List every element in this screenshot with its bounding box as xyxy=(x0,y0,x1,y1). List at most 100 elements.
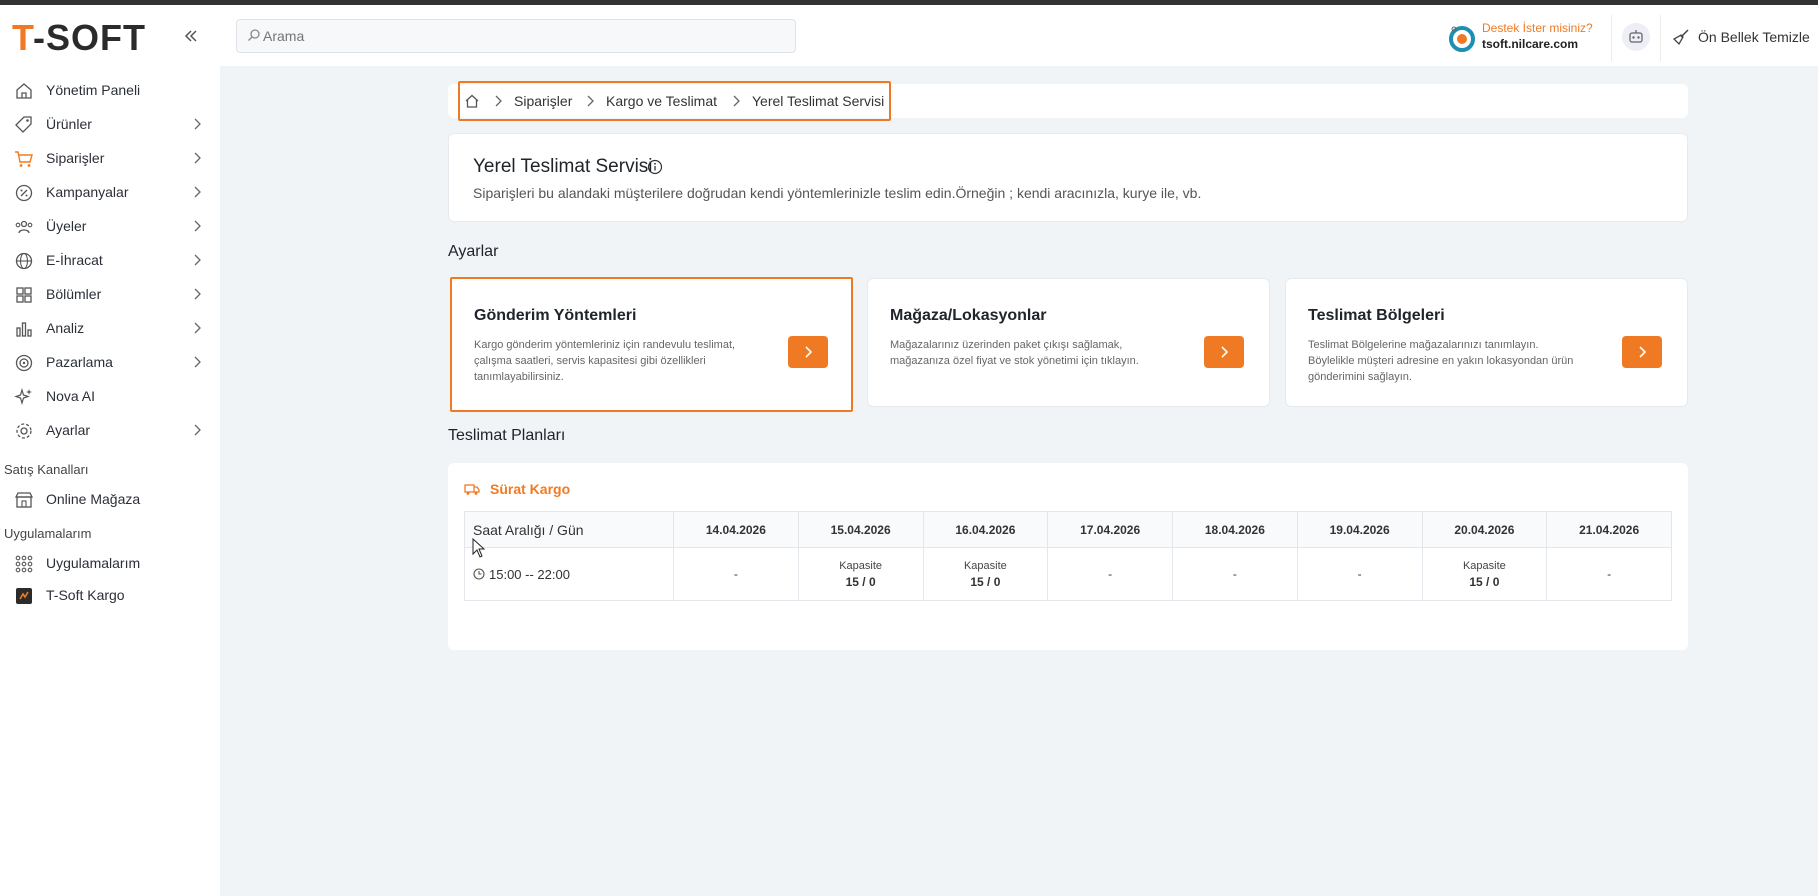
target-icon xyxy=(15,354,33,372)
chevron-right-icon xyxy=(194,186,201,198)
tag-icon xyxy=(15,116,32,133)
settings-heading: Ayarlar xyxy=(448,243,499,260)
page-title: Yerel Teslimat Servisi xyxy=(473,156,653,177)
sidebar-item-export[interactable]: E-İhracat xyxy=(0,245,220,275)
time-slot-cell: 15:00 -- 22:00 xyxy=(464,547,674,601)
card-description: Kargo gönderim yöntemleriniz için randev… xyxy=(474,339,736,383)
sidebar-item-settings[interactable]: Ayarlar xyxy=(0,415,220,445)
sidebar-item-tsoft-kargo[interactable]: T-Soft Kargo xyxy=(0,580,220,610)
chevron-right-icon xyxy=(733,95,740,107)
support-question: Destek İster misiniz? xyxy=(1482,21,1593,35)
chart-icon xyxy=(16,322,32,337)
mouse-cursor-icon xyxy=(472,538,486,558)
chevron-right-icon xyxy=(587,95,594,107)
header-divider xyxy=(1611,15,1612,61)
sidebar-item-sections[interactable]: Bölümler xyxy=(0,279,220,309)
capacity-cell[interactable]: - xyxy=(1296,547,1423,601)
sidebar: Yönetim Paneli Ürünler Siparişler Kampan… xyxy=(0,66,220,896)
table-header-date: 17.04.2026 xyxy=(1047,511,1173,548)
section-label-sales-channels: Satış Kanalları xyxy=(4,462,89,477)
chevron-right-icon xyxy=(194,254,201,266)
search-icon xyxy=(248,29,260,41)
card-title: Mağaza/Lokasyonlar xyxy=(890,307,1047,324)
chevron-right-icon xyxy=(194,288,201,300)
home-icon xyxy=(16,83,32,99)
support-link[interactable]: Destek İster misiniz? tsoft.nilcare.com xyxy=(1448,19,1608,55)
breadcrumb-local-delivery[interactable]: Yerel Teslimat Servisi xyxy=(752,93,884,109)
home-icon[interactable] xyxy=(464,93,480,109)
table-header-date: 15.04.2026 xyxy=(797,511,924,548)
header-divider xyxy=(1660,15,1661,61)
info-card: Yerel Teslimat Servisi Siparişleri bu al… xyxy=(448,133,1688,222)
chevron-right-icon xyxy=(194,356,201,368)
chevron-right-icon xyxy=(805,346,813,358)
delivery-plans-card: Sürat Kargo Saat Aralığı / Gün 14.04.202… xyxy=(448,463,1688,650)
card-description: Mağazalarınız üzerinden paket çıkışı sağ… xyxy=(890,339,1139,367)
search-input[interactable] xyxy=(263,20,783,52)
chevron-right-icon xyxy=(194,424,201,436)
table-header-date: 18.04.2026 xyxy=(1172,511,1298,548)
table-header-date: 21.04.2026 xyxy=(1546,511,1672,548)
table-header-date: 16.04.2026 xyxy=(922,511,1049,548)
table-row: 15:00 -- 22:00 - Kapasite 15 / 0 Kapasite… xyxy=(464,547,1672,601)
gear-icon xyxy=(16,423,32,439)
capacity-cell[interactable]: - xyxy=(1047,547,1173,601)
clock-icon xyxy=(473,567,485,580)
chevron-right-icon xyxy=(495,95,502,107)
sidebar-item-marketing[interactable]: Pazarlama xyxy=(0,347,220,377)
section-label-my-apps: Uygulamalarım xyxy=(4,526,92,541)
capacity-cell[interactable]: - xyxy=(1172,547,1298,601)
sidebar-item-orders[interactable]: Siparişler xyxy=(0,143,220,173)
capacity-cell[interactable]: - xyxy=(1546,547,1672,601)
card-description: Teslimat Bölgelerine mağazalarınızı tanı… xyxy=(1308,339,1574,383)
card-stores-locations[interactable]: Mağaza/Lokasyonlar Mağazalarınız üzerind… xyxy=(867,278,1270,407)
card-delivery-regions[interactable]: Teslimat Bölgeleri Teslimat Bölgelerine … xyxy=(1285,278,1688,407)
delivery-plans-heading: Teslimat Planları xyxy=(448,427,566,444)
capacity-cell[interactable]: - xyxy=(673,547,799,601)
sidebar-item-members[interactable]: Üyeler xyxy=(0,211,220,241)
info-icon[interactable] xyxy=(647,159,663,175)
grid-icon xyxy=(16,287,32,303)
table-header-date: 19.04.2026 xyxy=(1296,511,1423,548)
sidebar-item-online-store[interactable]: Online Mağaza xyxy=(0,484,220,514)
sidebar-item-nova-ai[interactable]: Nova AI xyxy=(0,381,220,411)
sidebar-item-my-apps[interactable]: Uygulamalarım xyxy=(0,548,220,578)
discount-icon xyxy=(15,184,33,202)
search-box xyxy=(236,19,796,53)
chevron-right-icon xyxy=(1221,346,1229,358)
chevron-right-icon xyxy=(194,118,201,130)
top-header: T-SOFT Destek İster misiniz? tsoft.nilca… xyxy=(0,5,1818,66)
tsoft-kargo-icon xyxy=(16,588,32,604)
card-go-button[interactable] xyxy=(1204,336,1244,368)
page-description: Siparişleri bu alandaki müşterilere doğr… xyxy=(473,185,1202,201)
chevron-right-icon xyxy=(194,220,201,232)
delivery-plan-table: Saat Aralığı / Gün 14.04.2026 15.04.2026… xyxy=(464,511,1672,601)
card-go-button[interactable] xyxy=(1622,336,1662,368)
users-icon xyxy=(15,220,33,234)
table-header-date: 20.04.2026 xyxy=(1421,511,1548,548)
robot-icon[interactable] xyxy=(1622,23,1650,51)
table-header-slot: Saat Aralığı / Gün xyxy=(464,511,674,548)
apps-icon xyxy=(15,555,33,573)
card-go-button[interactable] xyxy=(788,336,828,368)
broom-icon xyxy=(1672,29,1689,46)
breadcrumb-shipping[interactable]: Kargo ve Teslimat xyxy=(606,93,717,109)
cart-icon xyxy=(15,151,33,167)
capacity-cell[interactable]: Kapasite 15 / 0 xyxy=(922,547,1049,601)
sidebar-item-dashboard[interactable]: Yönetim Paneli xyxy=(0,75,220,105)
tsoft-logo[interactable]: T-SOFT xyxy=(12,17,146,59)
chevron-right-icon xyxy=(194,152,201,164)
sidebar-item-campaigns[interactable]: Kampanyalar xyxy=(0,177,220,207)
chevron-right-icon xyxy=(1639,346,1647,358)
capacity-cell[interactable]: Kapasite 15 / 0 xyxy=(797,547,924,601)
sidebar-collapse-icon[interactable] xyxy=(180,25,202,47)
card-shipping-methods[interactable]: Gönderim Yöntemleri Kargo gönderim yönte… xyxy=(450,277,853,412)
breadcrumb-orders[interactable]: Siparişler xyxy=(514,93,572,109)
card-title: Teslimat Bölgeleri xyxy=(1308,307,1445,324)
capacity-cell[interactable]: Kapasite 15 / 0 xyxy=(1421,547,1548,601)
sidebar-item-products[interactable]: Ürünler xyxy=(0,109,220,139)
globe-icon xyxy=(15,252,33,270)
support-site: tsoft.nilcare.com xyxy=(1482,37,1579,51)
chevron-right-icon xyxy=(194,322,201,334)
sidebar-item-analysis[interactable]: Analiz xyxy=(0,313,220,343)
